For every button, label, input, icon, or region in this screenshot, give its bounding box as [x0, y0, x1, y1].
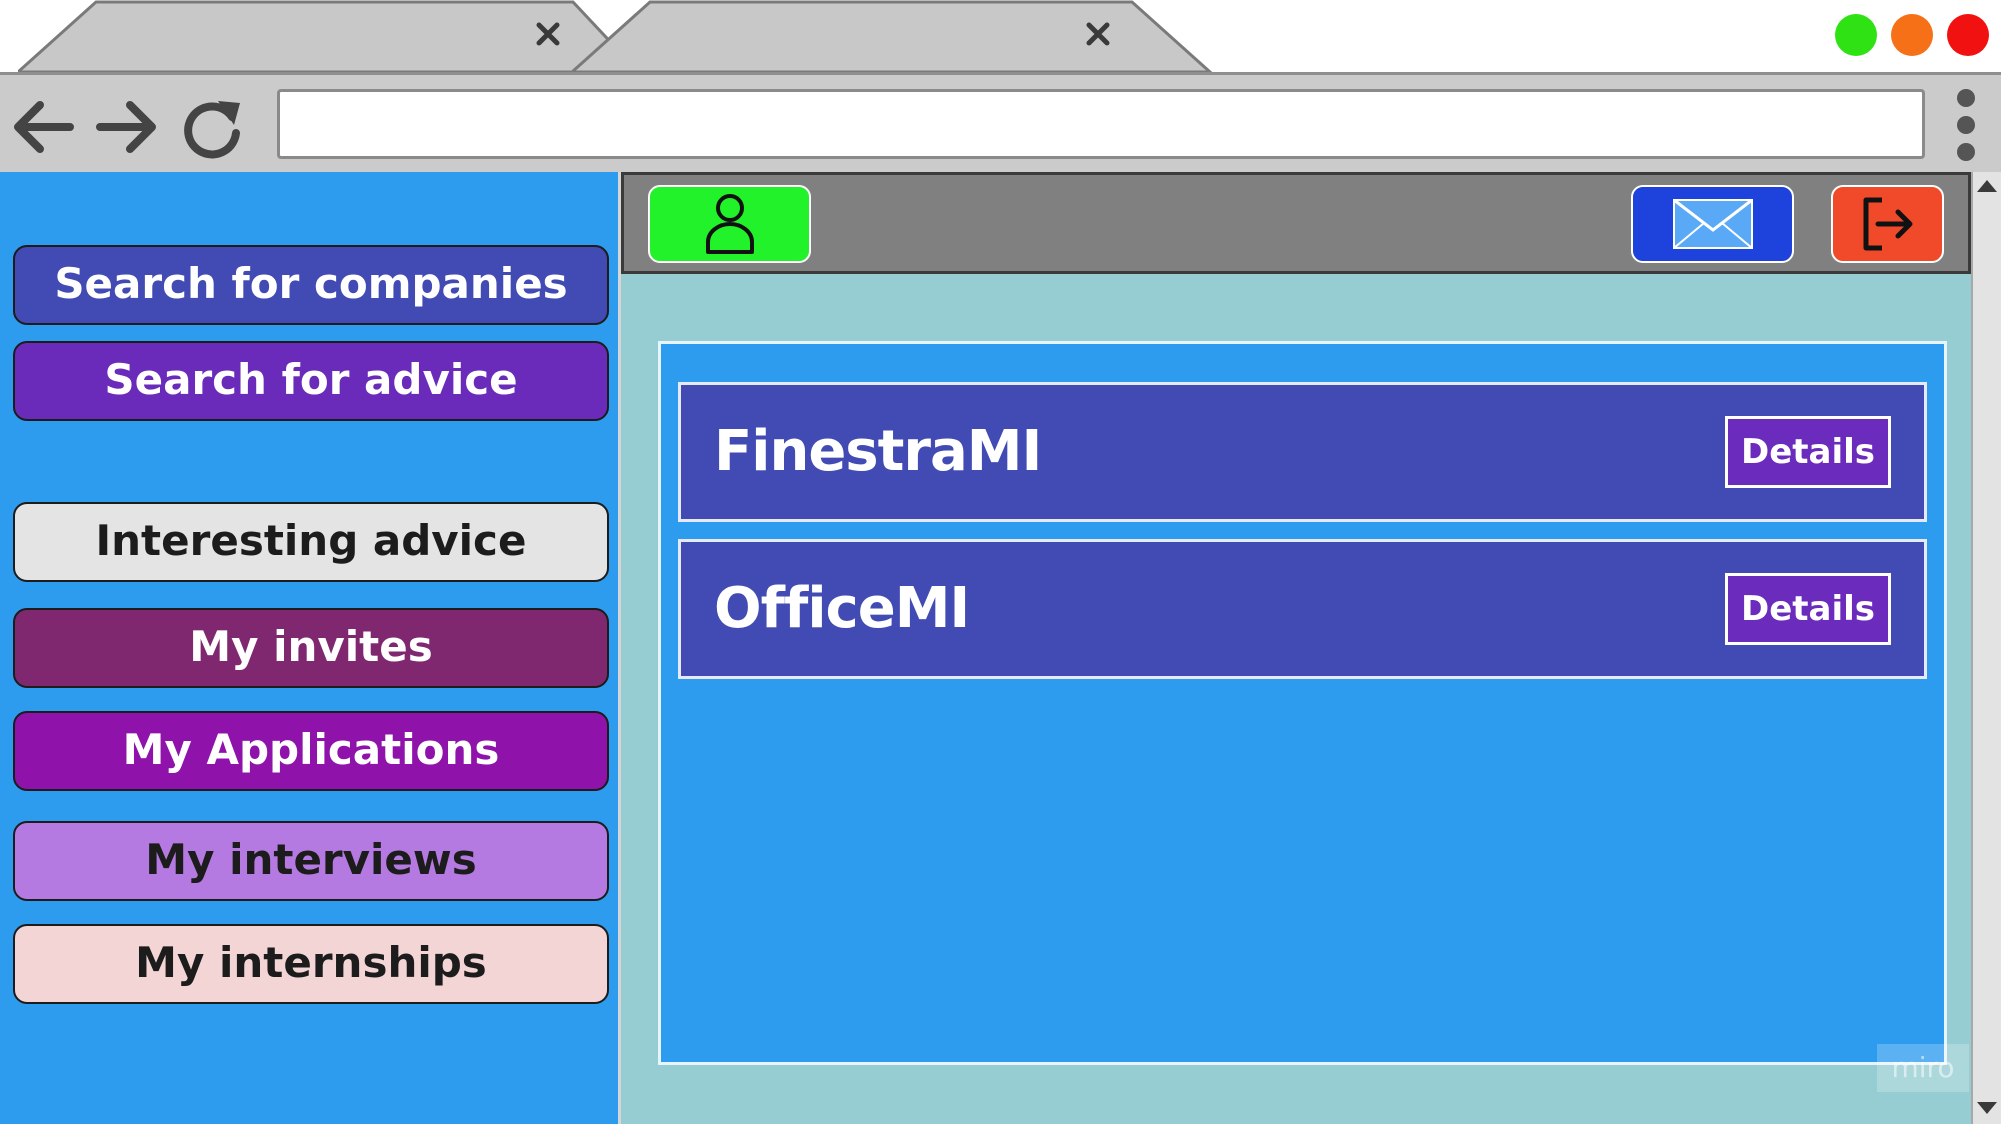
main-content: FinestraMI Details OfficeMI Details [621, 172, 1971, 1124]
logout-button[interactable] [1831, 185, 1944, 263]
scroll-down-arrow-icon[interactable] [1973, 1098, 2001, 1120]
forward-arrow-icon[interactable] [92, 93, 160, 161]
company-results-panel: FinestraMI Details OfficeMI Details [658, 341, 1947, 1065]
company-name: FinestraMI [714, 419, 1042, 484]
top-bar [621, 172, 1971, 274]
tab-close-icon[interactable] [1080, 14, 1116, 54]
company-row[interactable]: OfficeMI Details [678, 539, 1927, 679]
sidebar: Search for companies Search for advice I… [0, 172, 621, 1124]
window-minimize-button[interactable] [1891, 14, 1933, 56]
browser-toolbar [0, 72, 2001, 172]
window-close-button[interactable] [1947, 14, 1989, 56]
profile-button[interactable] [648, 185, 811, 263]
miro-watermark: miro [1877, 1044, 1969, 1092]
user-icon [705, 194, 754, 254]
company-row[interactable]: FinestraMI Details [678, 382, 1927, 522]
details-button[interactable]: Details [1725, 573, 1891, 645]
my-applications-button[interactable]: My Applications [13, 711, 609, 791]
kebab-menu-icon[interactable] [1950, 85, 1982, 165]
back-arrow-icon[interactable] [10, 93, 78, 161]
scroll-up-arrow-icon[interactable] [1973, 176, 2001, 198]
my-invites-button[interactable]: My invites [13, 608, 609, 688]
mail-icon [1672, 198, 1753, 249]
browser-tab-2[interactable] [572, 0, 1212, 72]
browser-tab-1[interactable] [18, 0, 618, 72]
details-button[interactable]: Details [1725, 416, 1891, 488]
browser-window: Search for companies Search for advice I… [0, 0, 2001, 1124]
logout-icon [1863, 197, 1912, 251]
window-maximize-button[interactable] [1835, 14, 1877, 56]
mail-button[interactable] [1631, 185, 1794, 263]
vertical-scrollbar[interactable] [1971, 172, 2001, 1124]
search-companies-button[interactable]: Search for companies [13, 245, 609, 325]
reload-icon[interactable] [178, 93, 246, 161]
company-name: OfficeMI [714, 576, 970, 641]
my-interviews-button[interactable]: My interviews [13, 821, 609, 901]
address-bar-input[interactable] [277, 89, 1925, 159]
my-internships-button[interactable]: My internships [13, 924, 609, 1004]
interesting-advice-button[interactable]: Interesting advice [13, 502, 609, 582]
tab-close-icon[interactable] [530, 14, 566, 54]
search-advice-button[interactable]: Search for advice [13, 341, 609, 421]
